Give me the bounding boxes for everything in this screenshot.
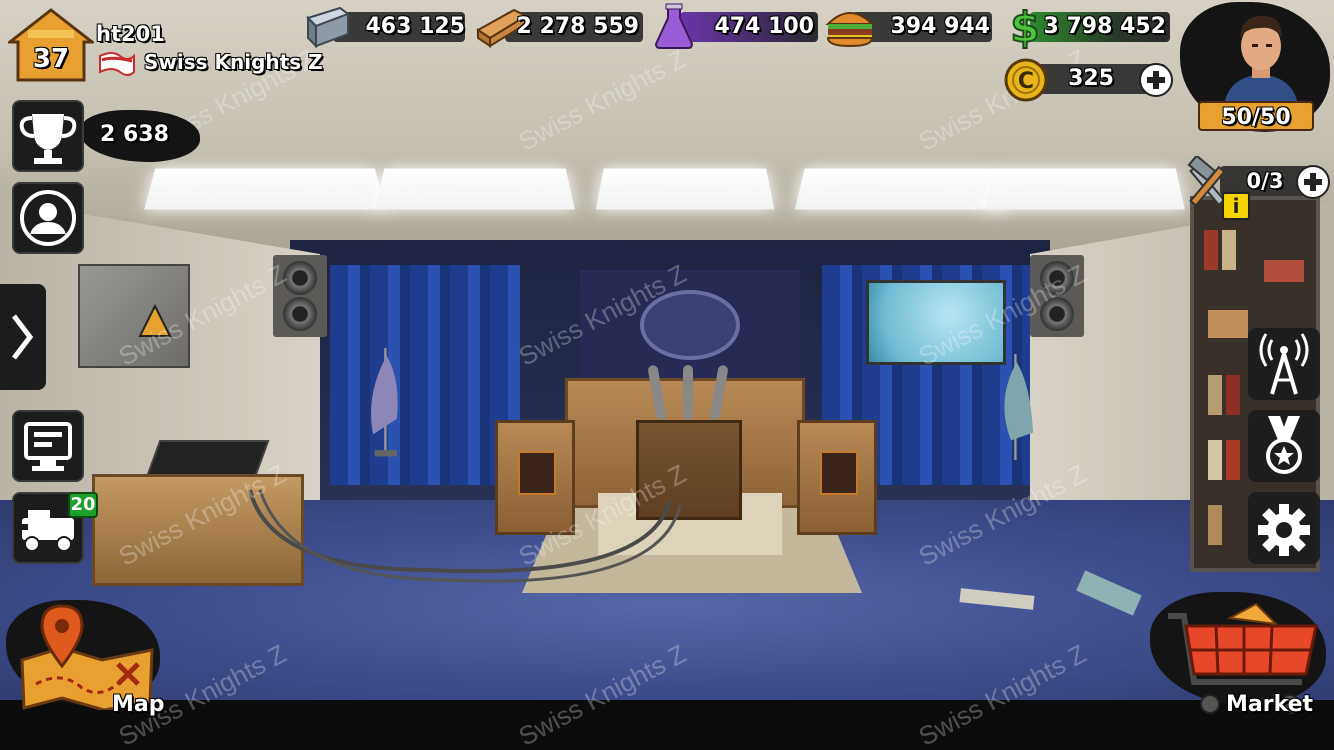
trophy-button[interactable]	[12, 100, 84, 172]
warning-icon	[80, 266, 192, 370]
news-button[interactable]	[12, 410, 84, 482]
curtain-left	[330, 265, 520, 485]
monitor-icon	[14, 412, 82, 480]
ceiling-light	[375, 168, 575, 209]
player-name: ht201	[96, 22, 165, 46]
map-screen[interactable]	[866, 280, 1006, 365]
microphone	[683, 365, 693, 420]
chevron-right-icon	[0, 284, 46, 390]
map-label: Map	[112, 692, 165, 717]
world-emblem	[640, 290, 740, 360]
achievements-button[interactable]	[1248, 410, 1320, 482]
avatar	[1216, 8, 1306, 108]
player-level: 37	[8, 44, 94, 74]
vehicles-badge-count: 20	[70, 494, 95, 515]
cables	[230, 480, 750, 600]
command-room-scene	[0, 0, 1334, 750]
add-builder-button[interactable]	[1295, 164, 1331, 200]
bottom-shadow	[0, 700, 1334, 750]
coins-amount: 325	[1040, 64, 1114, 94]
clan-button[interactable]: Swiss Knights Z	[98, 50, 318, 78]
clan-name: Swiss Knights Z	[144, 50, 323, 74]
market-button[interactable]: Market	[1160, 600, 1330, 730]
trophy-count: 2 638	[100, 122, 169, 147]
player-level-button[interactable]: 37	[8, 8, 94, 82]
cash-amount: 3 798 452	[1030, 12, 1166, 42]
food-amount: 394 944	[852, 12, 990, 42]
settings-button[interactable]	[1248, 492, 1320, 564]
gear-icon	[1248, 492, 1320, 564]
market-label: Market	[1226, 692, 1313, 717]
ceiling-light	[795, 168, 1005, 209]
info-icon: i	[1233, 194, 1240, 218]
ceiling-light	[596, 168, 775, 209]
builders-count: 0/3	[1242, 166, 1288, 196]
avatar-button[interactable]	[1216, 8, 1306, 108]
chemicals-amount: 474 100	[680, 12, 814, 42]
radio-button[interactable]	[1248, 328, 1320, 400]
flag-right	[990, 354, 1040, 464]
profile-button[interactable]	[12, 182, 84, 254]
map-button[interactable]: Map	[12, 600, 172, 722]
radio-tower-icon	[1248, 328, 1320, 400]
side-lectern	[797, 420, 877, 535]
builders-info-badge[interactable]: i	[1222, 192, 1250, 220]
expand-menu-button[interactable]	[0, 284, 46, 390]
speaker	[1030, 255, 1084, 337]
energy-counter[interactable]: 50/50	[1198, 101, 1314, 131]
flag-left	[360, 348, 410, 458]
trophy-icon	[14, 102, 82, 170]
flag-icon	[98, 50, 136, 76]
profile-icon	[14, 184, 82, 252]
medal-icon	[1248, 410, 1320, 482]
svg-text:C: C	[1018, 69, 1034, 94]
ceiling-light	[985, 168, 1185, 209]
vehicles-badge: 20	[68, 492, 98, 518]
steel-amount: 463 125	[333, 12, 465, 42]
wood-amount: 2 278 559	[505, 12, 639, 42]
electrical-panel	[78, 264, 190, 368]
add-coins-button[interactable]	[1138, 62, 1174, 98]
ceiling-light	[144, 168, 386, 209]
speaker	[273, 255, 327, 337]
